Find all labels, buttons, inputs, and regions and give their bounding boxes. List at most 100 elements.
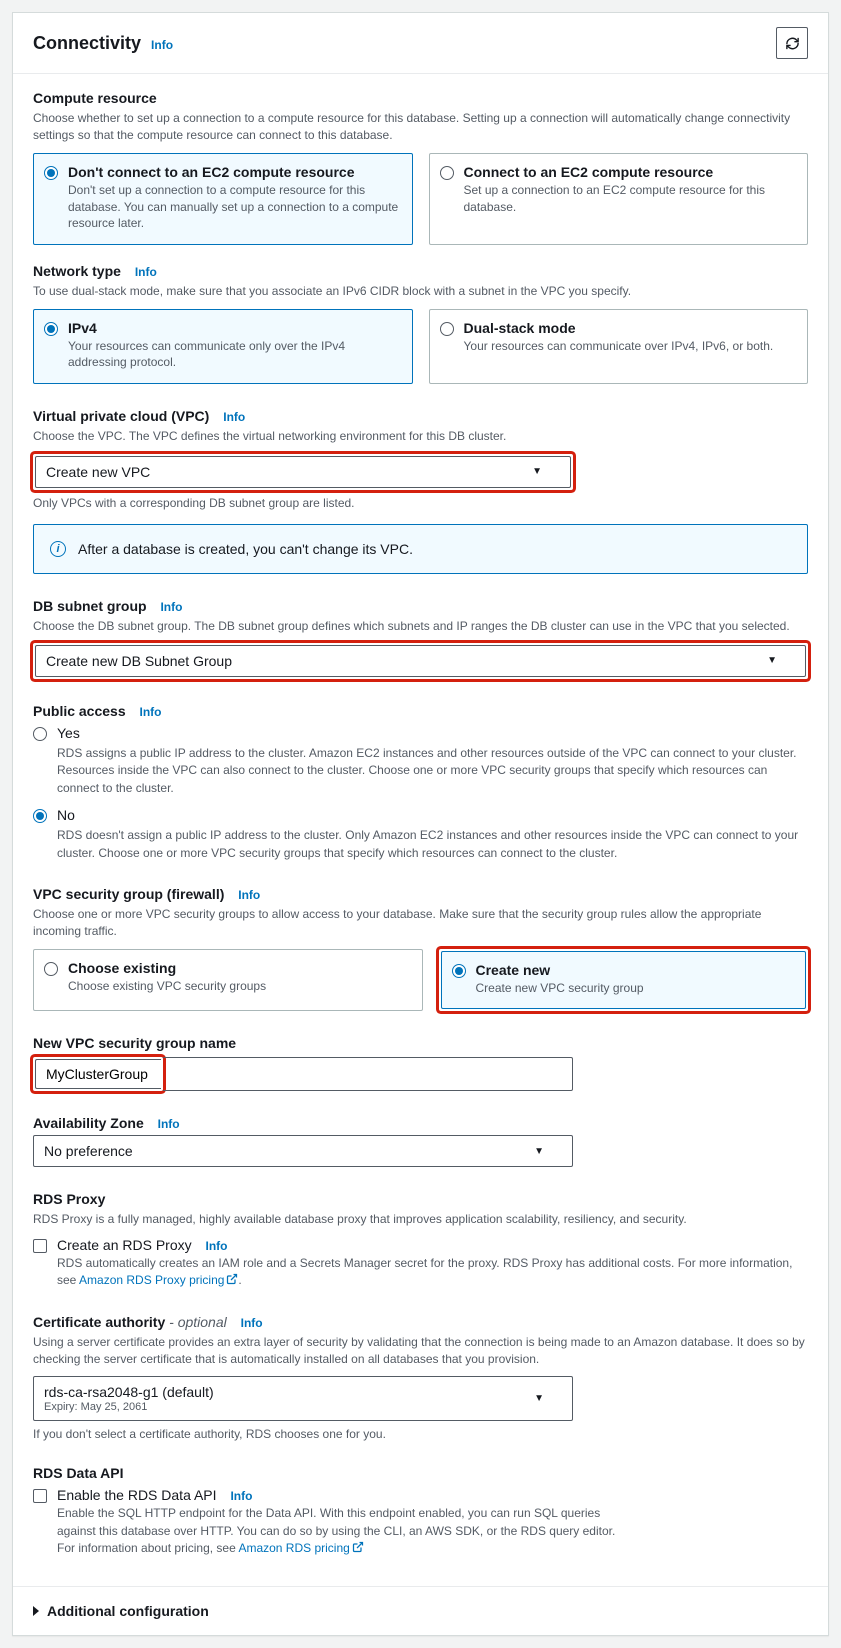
proxy-title: RDS Proxy	[33, 1191, 808, 1207]
radio-icon	[440, 322, 454, 336]
info-link-network[interactable]: Info	[135, 265, 157, 279]
info-link-dataapi[interactable]: Info	[230, 1489, 252, 1503]
opt-label: Connect to an EC2 compute resource	[464, 164, 796, 180]
opt-desc: Choose existing VPC security groups	[68, 978, 266, 995]
cert-title: Certificate authority	[33, 1314, 165, 1330]
secgroup-option-existing[interactable]: Choose existing Choose existing VPC secu…	[33, 949, 423, 1012]
cert-value: rds-ca-rsa2048-g1 (default)	[44, 1384, 214, 1400]
vpc-title: Virtual private cloud (VPC)	[33, 408, 209, 424]
info-link-public-access[interactable]: Info	[140, 705, 162, 719]
proxy-cb-label: Create an RDS Proxy	[57, 1237, 192, 1253]
secgroup-desc: Choose one or more VPC security groups t…	[33, 906, 808, 941]
section-compute-resource: Compute resource Choose whether to set u…	[33, 90, 808, 245]
opt-label: Dual-stack mode	[464, 320, 774, 336]
network-option-dual-stack[interactable]: Dual-stack mode Your resources can commu…	[429, 309, 809, 385]
opt-desc: Set up a connection to an EC2 compute re…	[464, 182, 796, 216]
section-db-subnet: DB subnet group Info Choose the DB subne…	[33, 598, 808, 679]
vpc-desc: Choose the VPC. The VPC defines the virt…	[33, 428, 808, 445]
select-value: No preference	[44, 1143, 133, 1159]
additional-config-label: Additional configuration	[47, 1603, 209, 1619]
secgroup-option-create-new[interactable]: Create new Create new VPC security group	[441, 951, 807, 1010]
info-link-header[interactable]: Info	[151, 38, 173, 52]
radio-icon	[33, 727, 47, 741]
proxy-checkbox[interactable]	[33, 1239, 47, 1253]
compute-title: Compute resource	[33, 90, 808, 106]
highlight-secgroup-create: Create new Create new VPC security group	[439, 949, 809, 1012]
section-vpc-security-group: VPC security group (firewall) Info Choos…	[33, 886, 808, 1012]
radio-icon	[44, 322, 58, 336]
info-link-subnet[interactable]: Info	[160, 600, 182, 614]
section-certificate-authority: Certificate authority - optional Info Us…	[33, 1314, 808, 1442]
panel-header: Connectivity Info	[13, 13, 828, 74]
opt-label: Choose existing	[68, 960, 266, 976]
section-vpc: Virtual private cloud (VPC) Info Choose …	[33, 408, 808, 573]
caret-down-icon: ▼	[534, 1146, 544, 1157]
cert-expiry: Expiry: May 25, 2061	[44, 1401, 214, 1413]
info-link-secgroup[interactable]: Info	[238, 888, 260, 902]
new-sg-name-input-highlighted[interactable]	[35, 1059, 161, 1089]
section-network-type: Network type Info To use dual-stack mode…	[33, 263, 808, 384]
compute-desc: Choose whether to set up a connection to…	[33, 110, 808, 145]
public-access-no[interactable]: No	[33, 807, 808, 823]
radio-icon	[44, 166, 58, 180]
network-title: Network type	[33, 263, 121, 279]
az-select[interactable]: No preference ▼	[33, 1135, 573, 1167]
vpc-footnote: Only VPCs with a corresponding DB subnet…	[33, 496, 808, 510]
opt-desc: Don't set up a connection to a compute r…	[68, 182, 400, 232]
secgroup-title: VPC security group (firewall)	[33, 886, 224, 902]
caret-down-icon: ▼	[534, 1393, 544, 1404]
vpc-notice-text: After a database is created, you can't c…	[78, 541, 413, 557]
info-link-cert[interactable]: Info	[241, 1316, 263, 1330]
additional-config-expander[interactable]: Additional configuration	[13, 1586, 828, 1635]
refresh-icon	[785, 36, 800, 51]
vpc-notice-box: i After a database is created, you can't…	[33, 524, 808, 574]
info-link-az[interactable]: Info	[158, 1117, 180, 1131]
dataapi-title: RDS Data API	[33, 1465, 808, 1481]
opt-desc: Your resources can communicate over IPv4…	[464, 338, 774, 355]
opt-desc: Your resources can communicate only over…	[68, 338, 400, 372]
opt-desc: Create new VPC security group	[476, 980, 644, 997]
external-link-icon	[352, 1541, 364, 1553]
select-value: Create new VPC	[46, 464, 150, 480]
highlight-subnet-select: Create new DB Subnet Group ▼	[33, 643, 808, 679]
public-access-no-desc: RDS doesn't assign a public IP address t…	[57, 827, 808, 862]
subnet-select[interactable]: Create new DB Subnet Group ▼	[35, 645, 806, 677]
cert-optional: - optional	[165, 1314, 226, 1330]
proxy-desc: RDS Proxy is a fully managed, highly ava…	[33, 1211, 808, 1228]
radio-icon	[440, 166, 454, 180]
az-title: Availability Zone	[33, 1115, 144, 1131]
network-option-ipv4[interactable]: IPv4 Your resources can communicate only…	[33, 309, 413, 385]
cert-footnote: If you don't select a certificate author…	[33, 1427, 808, 1441]
refresh-button[interactable]	[776, 27, 808, 59]
proxy-pricing-link[interactable]: Amazon RDS Proxy pricing	[79, 1273, 238, 1287]
vpc-select[interactable]: Create new VPC ▼	[35, 456, 571, 488]
dataapi-cb-label: Enable the RDS Data API	[57, 1487, 217, 1503]
dataapi-checkbox[interactable]	[33, 1489, 47, 1503]
cert-select[interactable]: rds-ca-rsa2048-g1 (default) Expiry: May …	[33, 1376, 573, 1421]
radio-icon	[44, 962, 58, 976]
subnet-desc: Choose the DB subnet group. The DB subne…	[33, 618, 808, 635]
public-access-yes[interactable]: Yes	[33, 725, 808, 741]
highlight-sg-input	[33, 1057, 163, 1091]
network-desc: To use dual-stack mode, make sure that y…	[33, 283, 808, 300]
info-icon: i	[50, 541, 66, 557]
compute-option-dont-connect[interactable]: Don't connect to an EC2 compute resource…	[33, 153, 413, 245]
radio-no-label: No	[57, 807, 75, 823]
section-rds-proxy: RDS Proxy RDS Proxy is a fully managed, …	[33, 1191, 808, 1289]
opt-label: Don't connect to an EC2 compute resource	[68, 164, 400, 180]
info-link-vpc[interactable]: Info	[223, 410, 245, 424]
radio-icon	[33, 809, 47, 823]
cert-desc: Using a server certificate provides an e…	[33, 1334, 808, 1369]
section-new-sg-name: New VPC security group name	[33, 1035, 808, 1091]
info-link-proxy[interactable]: Info	[206, 1239, 228, 1253]
radio-icon	[452, 964, 466, 978]
section-rds-data-api: RDS Data API Enable the RDS Data API Inf…	[33, 1465, 808, 1557]
new-sg-title: New VPC security group name	[33, 1035, 808, 1051]
external-link-icon	[226, 1273, 238, 1285]
connectivity-panel: Connectivity Info Compute resource Choos…	[12, 12, 829, 1636]
section-public-access: Public access Info Yes RDS assigns a pub…	[33, 703, 808, 862]
rds-pricing-link[interactable]: Amazon RDS pricing	[238, 1541, 363, 1555]
public-access-title: Public access	[33, 703, 126, 719]
caret-down-icon: ▼	[767, 655, 777, 666]
compute-option-connect-ec2[interactable]: Connect to an EC2 compute resource Set u…	[429, 153, 809, 245]
